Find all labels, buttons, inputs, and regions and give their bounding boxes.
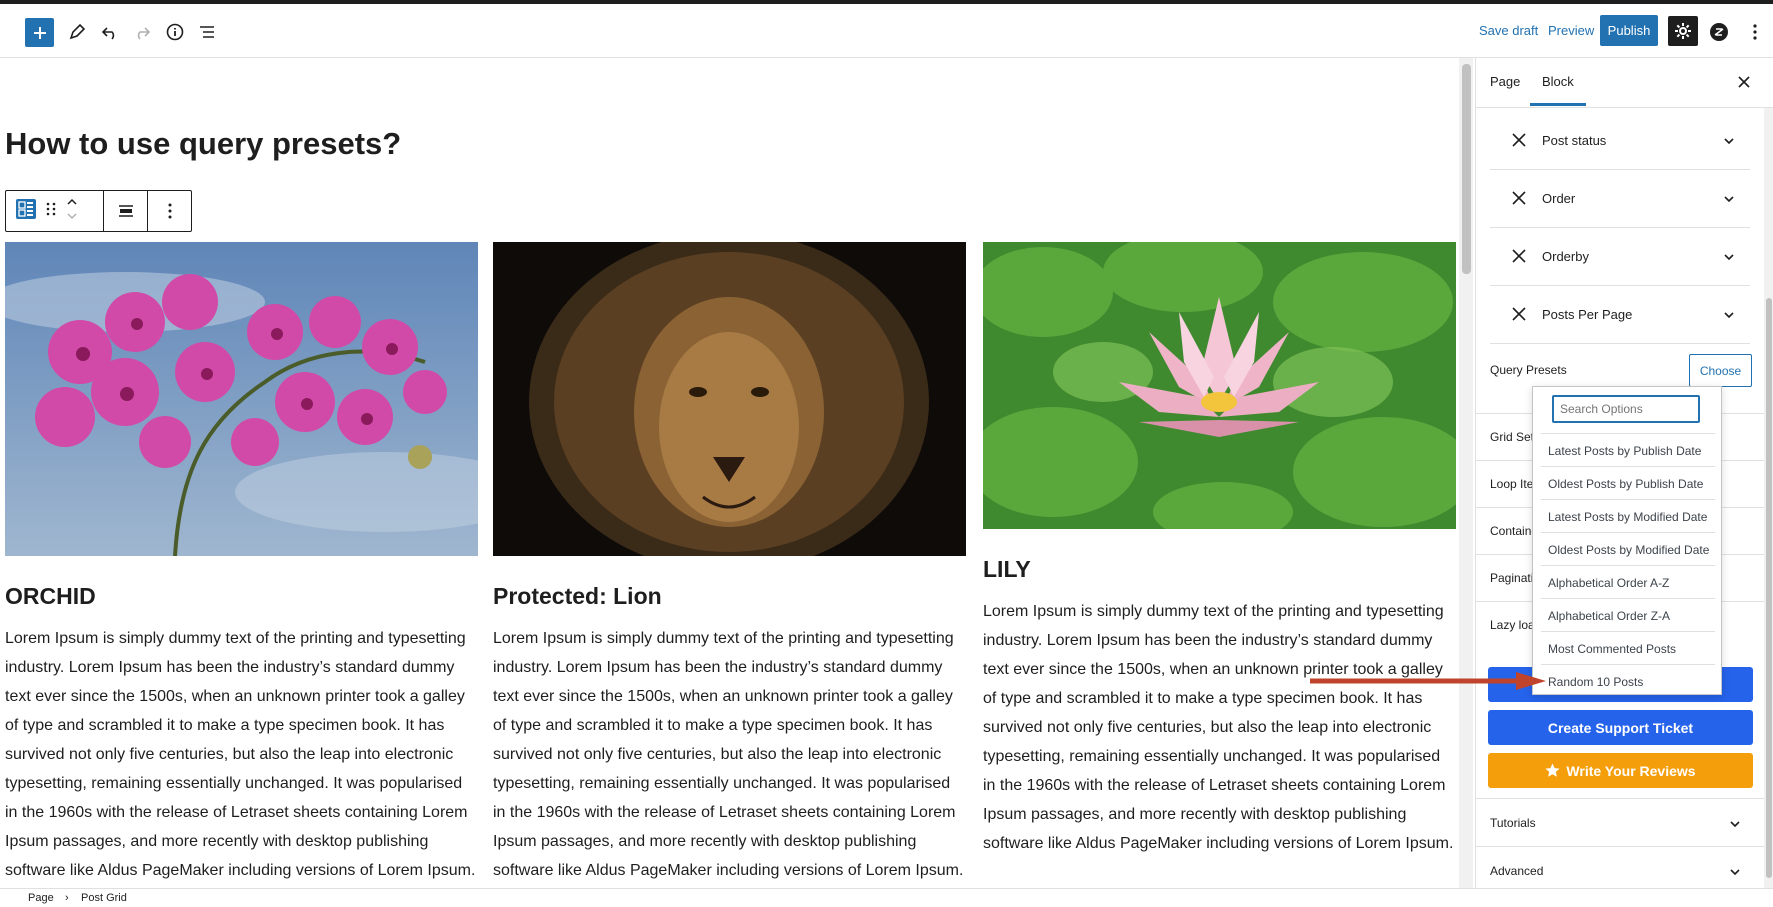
preview-button[interactable]: Preview bbox=[1548, 23, 1594, 38]
query-row-posts-per-page[interactable]: Posts Per Page bbox=[1490, 286, 1750, 344]
panel-tutorials[interactable]: Tutorials bbox=[1476, 798, 1764, 846]
chevron-down-icon bbox=[1724, 312, 1734, 319]
chevron-down-icon bbox=[1730, 869, 1740, 876]
gear-icon bbox=[1675, 23, 1691, 39]
post-card-lion: Protected: Lion Lorem Ipsum is simply du… bbox=[493, 242, 966, 885]
query-row-order[interactable]: Order bbox=[1490, 170, 1750, 228]
lily-image[interactable] bbox=[983, 242, 1456, 529]
list-view-icon bbox=[200, 26, 214, 38]
option-alpha-az[interactable]: Alphabetical Order A-Z bbox=[1541, 565, 1715, 598]
chevron-down-icon bbox=[1730, 821, 1740, 828]
add-block-button[interactable] bbox=[25, 18, 54, 47]
panel-label: Advanced bbox=[1490, 864, 1544, 878]
post-excerpt: Lorem Ipsum is simply dummy text of the … bbox=[983, 603, 1454, 852]
option-random-10[interactable]: Random 10 Posts bbox=[1541, 664, 1715, 697]
settings-button[interactable] bbox=[1668, 16, 1698, 46]
more-vertical-icon bbox=[1753, 24, 1757, 40]
post-grid-block-icon[interactable] bbox=[16, 198, 36, 224]
post-excerpt: Lorem Ipsum is simply dummy text of the … bbox=[5, 630, 476, 879]
canvas-scroll-thumb[interactable] bbox=[1462, 64, 1471, 274]
option-oldest-modified[interactable]: Oldest Posts by Modified Date bbox=[1541, 532, 1715, 565]
close-icon bbox=[1738, 76, 1750, 88]
search-options-input[interactable] bbox=[1552, 395, 1700, 423]
remove-icon[interactable] bbox=[1510, 189, 1528, 207]
close-sidebar-button[interactable] bbox=[1732, 70, 1756, 94]
redo-button[interactable] bbox=[127, 17, 157, 47]
query-presets-dropdown: Latest Posts by Publish Date Oldest Post… bbox=[1532, 386, 1722, 695]
breadcrumb-separator-icon: › bbox=[65, 892, 69, 904]
align-button[interactable] bbox=[104, 191, 148, 231]
annotation-arrow-icon bbox=[1310, 672, 1546, 690]
info-icon bbox=[166, 23, 184, 41]
query-row-label: Orderby bbox=[1542, 249, 1589, 264]
chevron-down-icon bbox=[1724, 254, 1734, 261]
undo-icon bbox=[101, 27, 115, 40]
lion-image[interactable] bbox=[493, 242, 966, 556]
post-title[interactable]: LILY bbox=[983, 556, 1456, 583]
remove-icon[interactable] bbox=[1510, 247, 1528, 265]
plugin-button[interactable] bbox=[1704, 17, 1734, 47]
page-title[interactable]: How to use query presets? bbox=[5, 126, 401, 162]
query-row-label: Order bbox=[1542, 191, 1576, 206]
post-card-lily: LILY Lorem Ipsum is simply dummy text of… bbox=[983, 242, 1456, 858]
remove-icon[interactable] bbox=[1510, 131, 1528, 149]
query-row-label: Posts Per Page bbox=[1542, 307, 1633, 322]
orchid-image[interactable] bbox=[5, 242, 478, 556]
breadcrumb-post-grid[interactable]: Post Grid bbox=[81, 892, 127, 904]
block-toolbar bbox=[5, 190, 192, 232]
panel-advanced[interactable]: Advanced bbox=[1476, 846, 1764, 894]
details-button[interactable] bbox=[160, 17, 190, 47]
post-excerpt: Lorem Ipsum is simply dummy text of the … bbox=[493, 630, 964, 879]
write-reviews-button[interactable]: Write Your Reviews bbox=[1488, 753, 1753, 788]
redo-icon bbox=[137, 27, 151, 40]
option-oldest-publish[interactable]: Oldest Posts by Publish Date bbox=[1541, 466, 1715, 499]
options-menu-button[interactable] bbox=[1740, 17, 1770, 47]
star-icon bbox=[1545, 763, 1561, 777]
post-title[interactable]: ORCHID bbox=[5, 583, 478, 610]
query-row-orderby[interactable]: Orderby bbox=[1490, 228, 1750, 286]
plus-icon bbox=[33, 26, 46, 39]
query-row-post-status[interactable]: Post status bbox=[1490, 112, 1750, 170]
query-presets-choose-button[interactable]: Choose bbox=[1689, 354, 1752, 387]
create-support-ticket-button[interactable]: Create Support Ticket bbox=[1488, 710, 1753, 745]
chevron-down-icon bbox=[1724, 196, 1734, 203]
block-options-button[interactable] bbox=[148, 191, 191, 231]
editor-toolbar: Save draft Preview Publish bbox=[0, 4, 1773, 58]
sidebar-scrollbar[interactable] bbox=[1764, 108, 1773, 888]
tab-page[interactable]: Page bbox=[1490, 74, 1520, 89]
publish-button[interactable]: Publish bbox=[1600, 15, 1658, 46]
query-row-label: Post status bbox=[1542, 133, 1607, 148]
canvas-scrollbar[interactable] bbox=[1459, 58, 1473, 888]
option-most-commented[interactable]: Most Commented Posts bbox=[1541, 631, 1715, 664]
query-presets-label: Query Presets bbox=[1490, 363, 1567, 377]
option-latest-publish[interactable]: Latest Posts by Publish Date bbox=[1541, 433, 1715, 466]
drag-handle-icon[interactable] bbox=[46, 202, 56, 221]
sidebar-scroll-thumb[interactable] bbox=[1766, 298, 1772, 878]
pencil-icon bbox=[69, 23, 86, 40]
editor-canvas[interactable]: How to use query presets? ORCHID Lorem I… bbox=[0, 58, 1475, 888]
write-reviews-label: Write Your Reviews bbox=[1566, 762, 1696, 779]
undo-button[interactable] bbox=[95, 17, 125, 47]
tab-block[interactable]: Block bbox=[1530, 74, 1586, 106]
align-wide-icon bbox=[118, 205, 133, 217]
option-latest-modified[interactable]: Latest Posts by Modified Date bbox=[1541, 499, 1715, 532]
more-vertical-icon bbox=[168, 203, 171, 219]
panel-label: Tutorials bbox=[1490, 816, 1536, 830]
remove-icon[interactable] bbox=[1510, 305, 1528, 323]
post-card-orchid: ORCHID Lorem Ipsum is simply dummy text … bbox=[5, 242, 478, 885]
plugin-logo-icon bbox=[1710, 23, 1728, 41]
save-draft-button[interactable]: Save draft bbox=[1479, 23, 1538, 38]
block-breadcrumb: Page › Post Grid bbox=[0, 888, 1773, 907]
chevron-down-icon bbox=[1724, 138, 1734, 145]
breadcrumb-page[interactable]: Page bbox=[28, 892, 54, 904]
move-up-down-icon[interactable] bbox=[66, 197, 78, 226]
sidebar-tabs: Page Block bbox=[1476, 58, 1773, 108]
list-view-button[interactable] bbox=[192, 17, 222, 47]
post-title[interactable]: Protected: Lion bbox=[493, 583, 966, 610]
tools-button[interactable] bbox=[62, 17, 92, 47]
block-type-group bbox=[6, 191, 104, 231]
option-alpha-za[interactable]: Alphabetical Order Z-A bbox=[1541, 598, 1715, 631]
